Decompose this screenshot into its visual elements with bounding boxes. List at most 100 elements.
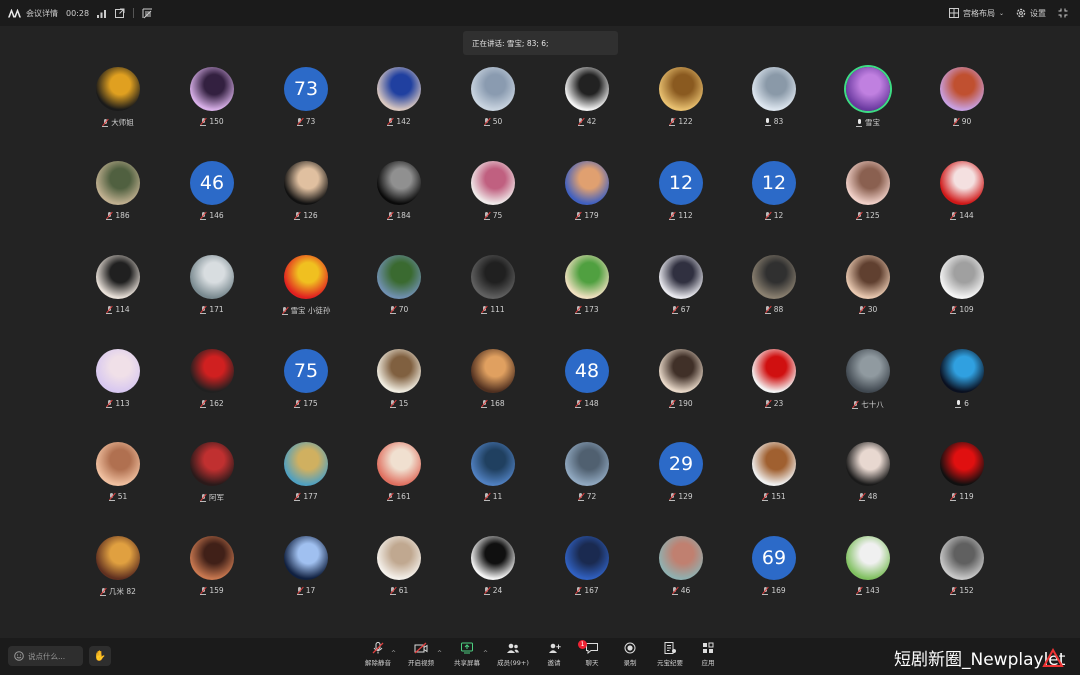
- participant-tile[interactable]: 48 148: [542, 349, 632, 408]
- signal-icon[interactable]: [97, 9, 107, 18]
- participant-tile[interactable]: 七十八: [823, 349, 913, 410]
- participant-tile[interactable]: 30: [823, 255, 913, 314]
- participant-tile[interactable]: 150: [167, 67, 257, 126]
- participant-tile[interactable]: 179: [542, 161, 632, 220]
- avatar: [377, 161, 421, 205]
- participant-tile[interactable]: 173: [542, 255, 632, 314]
- mic-muted-icon: [856, 211, 864, 220]
- participant-tile[interactable]: 雪宝: [823, 67, 913, 128]
- mic-muted-icon: [200, 493, 207, 502]
- mic-muted-icon: [100, 587, 107, 596]
- participant-tile[interactable]: 159: [167, 536, 257, 595]
- participant-tile[interactable]: 171: [167, 255, 257, 314]
- participant-tile[interactable]: 61: [354, 536, 444, 595]
- avatar-initial: 75: [284, 349, 328, 393]
- pattern-icon[interactable]: [142, 8, 153, 19]
- participant-tile[interactable]: 70: [354, 255, 444, 314]
- participant-tile[interactable]: 12 12: [729, 161, 819, 220]
- share-options-caret[interactable]: ^: [483, 650, 488, 657]
- fullscreen-icon[interactable]: [1058, 8, 1068, 18]
- participant-tile[interactable]: 50: [448, 67, 538, 126]
- avatar: [659, 67, 703, 111]
- participant-tile[interactable]: 11: [448, 442, 538, 501]
- participant-tile[interactable]: 152: [917, 536, 1007, 595]
- participant-tile[interactable]: 144: [917, 161, 1007, 220]
- participant-tile[interactable]: 42: [542, 67, 632, 126]
- participant-name: 186: [115, 211, 130, 220]
- participant-tile[interactable]: 51: [73, 442, 163, 501]
- raise-hand-button[interactable]: ✋: [89, 646, 111, 666]
- participant-tile[interactable]: 151: [729, 442, 819, 501]
- participant-name: 42: [586, 117, 597, 126]
- participant-tile[interactable]: 雪宝 小徒孙: [261, 255, 351, 316]
- audio-options-caret[interactable]: ^: [391, 650, 396, 657]
- avatar: [284, 255, 328, 299]
- participant-label: 146: [167, 211, 257, 220]
- say-something-input[interactable]: 说点什么...: [8, 646, 83, 666]
- participant-tile[interactable]: 161: [354, 442, 444, 501]
- participant-tile[interactable]: 几米 82: [73, 536, 163, 597]
- participant-tile[interactable]: 113: [73, 349, 163, 408]
- participant-tile[interactable]: 184: [354, 161, 444, 220]
- participant-tile[interactable]: 15: [354, 349, 444, 408]
- avatar: [565, 255, 609, 299]
- participant-tile[interactable]: 90: [917, 67, 1007, 126]
- participant-tile[interactable]: 67: [636, 255, 726, 314]
- participant-tile[interactable]: 75 175: [261, 349, 351, 408]
- participant-tile[interactable]: 122: [636, 67, 726, 126]
- grid-layout-button[interactable]: 宫格布局 ⌄: [948, 8, 1004, 19]
- mic-muted-icon: [858, 305, 866, 314]
- participant-tile[interactable]: 17: [261, 536, 351, 595]
- participant-tile[interactable]: 177: [261, 442, 351, 501]
- video-options-caret[interactable]: ^: [437, 650, 442, 657]
- members-button[interactable]: 成员(99+): [491, 642, 535, 667]
- participant-tile[interactable]: 24: [448, 536, 538, 595]
- participant-tile[interactable]: 162: [167, 349, 257, 408]
- participant-name: 125: [865, 211, 880, 220]
- meeting-info-button[interactable]: 会议详情: [8, 8, 58, 19]
- participant-tile[interactable]: 23: [729, 349, 819, 408]
- participant-tile[interactable]: 186: [73, 161, 163, 220]
- participant-tile[interactable]: 167: [542, 536, 632, 595]
- participant-tile[interactable]: 48: [823, 442, 913, 501]
- participant-name: 72: [586, 492, 597, 501]
- participant-tile[interactable]: 46: [636, 536, 726, 595]
- participant-tile[interactable]: 29 129: [636, 442, 726, 501]
- notes-icon: [663, 642, 677, 654]
- meeting-info-label: 会议详情: [26, 8, 58, 18]
- participant-tile[interactable]: 12 112: [636, 161, 726, 220]
- mic-muted-icon: [281, 306, 289, 315]
- participant-tile[interactable]: 69 169: [729, 536, 819, 595]
- participant-tile[interactable]: 72: [542, 442, 632, 501]
- participant-tile[interactable]: 119: [917, 442, 1007, 501]
- participant-label: 186: [73, 211, 163, 220]
- participant-tile[interactable]: 143: [823, 536, 913, 595]
- participant-tile[interactable]: 88: [729, 255, 819, 314]
- participant-tile[interactable]: 114: [73, 255, 163, 314]
- participant-tile[interactable]: 126: [261, 161, 351, 220]
- participant-tile[interactable]: 73 73: [261, 67, 351, 126]
- participant-tile[interactable]: 6: [917, 349, 1007, 408]
- participant-label: 42: [542, 117, 632, 126]
- participant-tile[interactable]: 83: [729, 67, 819, 126]
- participant-tile[interactable]: 46 146: [167, 161, 257, 220]
- participant-tile[interactable]: 大师姐: [73, 67, 163, 128]
- record-button[interactable]: 录制: [608, 642, 652, 667]
- mic-muted-icon: [481, 305, 489, 314]
- participant-tile[interactable]: 190: [636, 349, 726, 408]
- participant-tile[interactable]: 168: [448, 349, 538, 408]
- participant-tile[interactable]: 75: [448, 161, 538, 220]
- settings-button[interactable]: 设置: [1016, 8, 1046, 19]
- participant-tile[interactable]: 111: [448, 255, 538, 314]
- mic-muted-icon: [575, 586, 583, 595]
- mic-muted-icon: [858, 492, 866, 501]
- participant-tile[interactable]: 125: [823, 161, 913, 220]
- participant-tile[interactable]: 142: [354, 67, 444, 126]
- mic-muted-icon: [764, 211, 772, 220]
- mic-muted-icon: [481, 399, 489, 408]
- participant-tile[interactable]: 阿军: [167, 442, 257, 503]
- participant-tile[interactable]: 109: [917, 255, 1007, 314]
- participant-name: 73: [305, 117, 316, 126]
- apps-button[interactable]: 应用: [686, 642, 730, 667]
- popout-icon[interactable]: [115, 8, 125, 18]
